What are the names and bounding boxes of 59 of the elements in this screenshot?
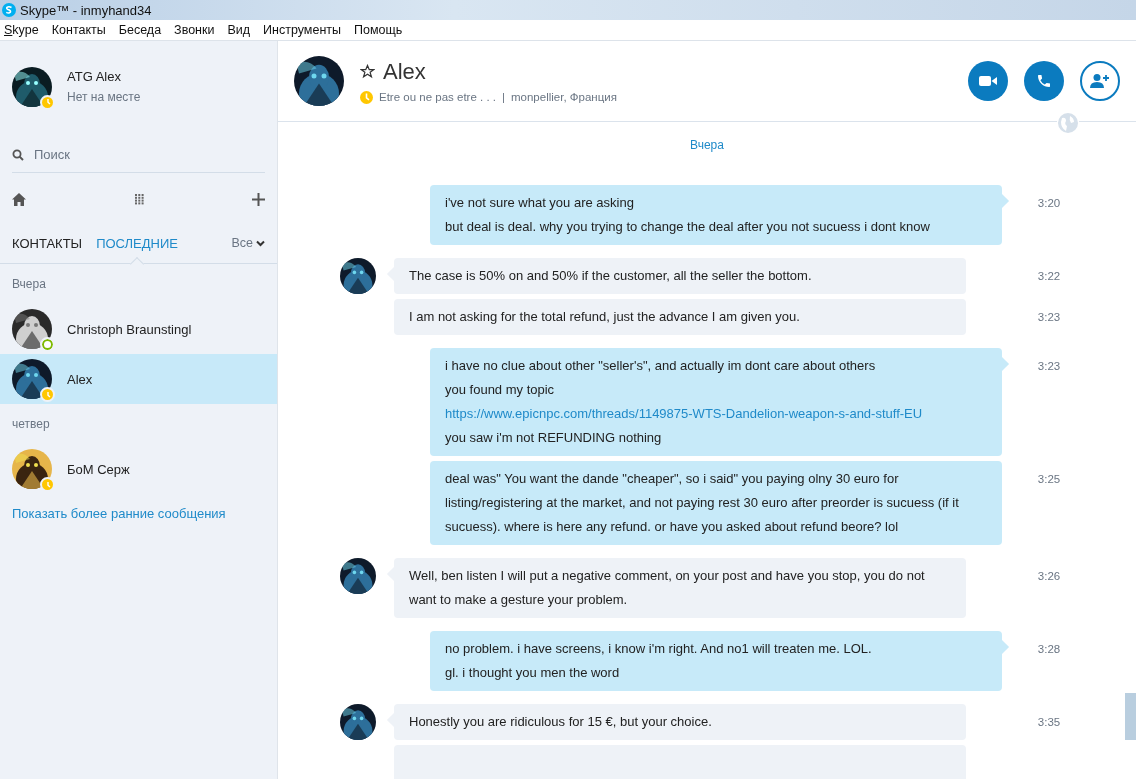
contact-item[interactable]: Christoph Braunstingl [0, 304, 277, 354]
video-camera-icon [979, 75, 997, 87]
add-icon[interactable] [252, 192, 265, 206]
app-logo-icon [2, 3, 16, 17]
menu-item[interactable]: Беседа [118, 23, 162, 37]
contact-name: Alex [67, 371, 93, 387]
message-text: but deal is deal. why you trying to change the deal after you not sucuess i dont know [445, 218, 931, 236]
star-icon[interactable] [360, 64, 375, 79]
home-icon[interactable] [12, 192, 26, 206]
dialpad-icon[interactable] [134, 193, 144, 205]
profile-status[interactable]: Нет на месте [67, 90, 141, 104]
menu-item[interactable]: Звонки [174, 23, 215, 37]
menu-item[interactable]: Вид [227, 23, 251, 37]
tab[interactable]: КОНТАКТЫ [12, 223, 83, 263]
message-text: deal was" You want the dande "cheaper", so i said" you paying olny 30 euro for listing/registering at the market, and not paying rest 30 euro after preorder is sucuess (if it sucuess). where is here any refund. or have you asked about refund beore? lol [445, 470, 960, 536]
location-text: monpellier, Франция [511, 91, 617, 103]
separator: | [502, 91, 505, 103]
message-text: you saw i'm not REFUNDING nothing [445, 429, 663, 447]
message-text: Well, ben listen I will put a negative comment, on your post and have you stop, you do not want to make a gesture your problem. [409, 567, 926, 609]
phone-icon [1036, 73, 1052, 89]
message-time: 3:20 [1037, 196, 1061, 211]
call-button[interactable] [1024, 61, 1064, 101]
profile-name: ATG Alex [67, 69, 122, 84]
message-time: 3:26 [1037, 569, 1061, 584]
message-text: gl. i thought you men the word [445, 664, 621, 682]
contact-item[interactable]: Alex [0, 354, 277, 404]
message-time: 3:25 [1037, 472, 1061, 487]
message-time: 3:35 [1037, 715, 1061, 730]
scrollbar-thumb[interactable] [1125, 693, 1136, 740]
contact-name: Christoph Braunstingl [67, 321, 192, 337]
message-text: Honestly you are ridiculous for 15 €, but your choice. [409, 713, 713, 731]
menu-item[interactable]: Помощь [354, 23, 403, 37]
message-time: 3:28 [1037, 642, 1061, 657]
menu-item[interactable]: Контакты [51, 23, 106, 37]
search-field[interactable]: Поиск [34, 144, 234, 165]
section-title: Вчера [11, 276, 47, 293]
chevron-down-icon [256, 239, 265, 247]
contact-title: Alex [383, 58, 426, 85]
message-text: I am not asking for the total refund, just the advance I am given you. [409, 308, 801, 326]
message-time: 3:23 [1037, 359, 1061, 374]
contact-name: БоМ Серж [67, 461, 130, 477]
menu-item[interactable]: Инструменты [263, 23, 341, 37]
message-text: no problem. i have screens, i know i'm right. And no1 will treaten me. LOL. [445, 640, 873, 658]
window-title: Skype™ - inmyhand34 [20, 2, 152, 18]
add-people-button[interactable] [1080, 61, 1120, 101]
video-call-button[interactable] [968, 61, 1008, 101]
message-text: i have no clue about other "seller's", and actually im dont care about others [445, 357, 877, 375]
message-text: you found my topic [445, 381, 556, 399]
message-text: i've not sure what you are asking [445, 194, 635, 212]
message-time: 3:22 [1037, 269, 1061, 284]
mood-message: Etre ou ne pas etre . . . [379, 91, 496, 103]
message-text: The case is 50% on and 50% if the customer, all the seller the bottom. [409, 267, 813, 285]
message-time: 3:23 [1037, 310, 1061, 325]
menu-item[interactable]: Skype [4, 23, 39, 37]
search-icon [12, 148, 24, 161]
contact-item[interactable]: БоМ Серж [0, 444, 277, 494]
add-person-icon [1090, 73, 1110, 89]
filter-dropdown[interactable]: Все [231, 236, 265, 250]
section-title: четвер [11, 416, 51, 433]
